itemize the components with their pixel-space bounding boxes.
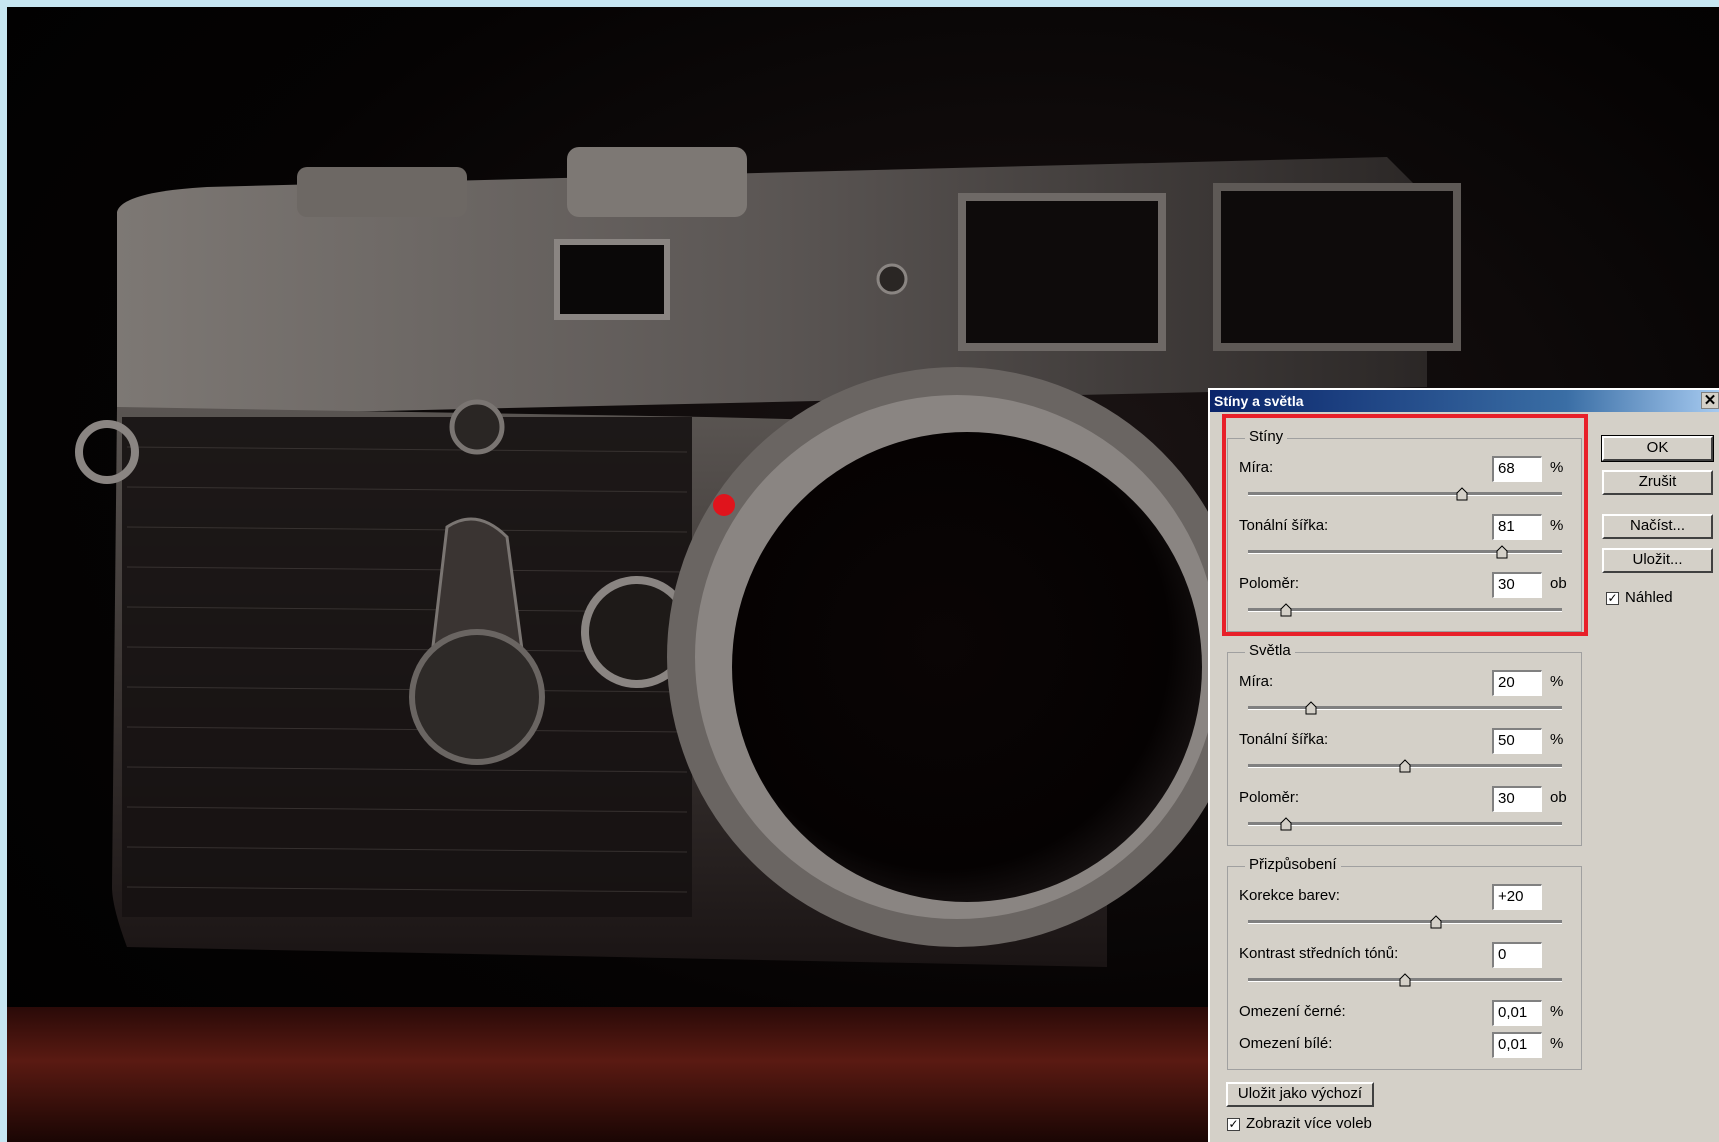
midtone-contrast-input[interactable]: 0 (1492, 942, 1542, 968)
preview-checkbox[interactable]: ✓ (1606, 592, 1619, 605)
highlights-tonal-width-unit: % (1550, 731, 1564, 748)
slider-track (1248, 920, 1562, 924)
highlights-legend: Světla (1245, 642, 1295, 659)
slider-track (1248, 822, 1562, 826)
color-correction-slider[interactable] (1248, 915, 1562, 929)
highlight-frame (1222, 414, 1588, 636)
highlights-radius-slider[interactable] (1248, 817, 1562, 831)
white-clip-unit: % (1550, 1035, 1564, 1052)
slider-track (1248, 706, 1562, 710)
highlights-tonal-width-input[interactable]: 50 (1492, 728, 1542, 754)
midtone-contrast-slider[interactable] (1248, 973, 1562, 987)
check-icon: ✓ (1607, 591, 1618, 605)
save-as-default-button[interactable]: Uložit jako výchozí (1226, 1082, 1374, 1107)
highlights-amount-label: Míra: (1239, 673, 1274, 690)
highlights-amount-input[interactable]: 20 (1492, 670, 1542, 696)
adjustments-group: Přizpůsobení Korekce barev: +20 Kontrast… (1227, 856, 1582, 1070)
cancel-button[interactable]: Zrušit (1602, 470, 1713, 495)
black-clip-unit: % (1550, 1003, 1564, 1020)
highlights-tonal-width-label: Tonální šířka: (1239, 731, 1329, 748)
ok-button[interactable]: OK (1601, 435, 1714, 462)
highlights-group: Světla Míra: 20 % Tonální šířka: 50 % Po… (1227, 642, 1582, 846)
more-options-checkbox[interactable]: ✓ (1227, 1118, 1240, 1131)
close-icon[interactable]: ✕ (1701, 392, 1719, 409)
white-clip-label: Omezení bílé: (1239, 1035, 1333, 1052)
highlights-tonal-width-slider[interactable] (1248, 759, 1562, 773)
color-correction-label: Korekce barev: (1239, 887, 1340, 904)
highlights-radius-unit: ob (1550, 789, 1567, 806)
highlights-amount-unit: % (1550, 673, 1564, 690)
save-button[interactable]: Uložit... (1602, 548, 1713, 573)
load-button[interactable]: Načíst... (1602, 514, 1713, 539)
color-correction-input[interactable]: +20 (1492, 884, 1542, 910)
check-icon: ✓ (1228, 1117, 1239, 1131)
dialog-title: Stíny a světla (1214, 393, 1304, 409)
shadows-highlights-dialog: Stíny a světla ✕ Stíny Míra: 68 % Tonáln… (1208, 388, 1719, 1142)
highlights-radius-input[interactable]: 30 (1492, 786, 1542, 812)
dialog-titlebar[interactable]: Stíny a světla ✕ (1210, 390, 1719, 412)
more-options-label: Zobrazit více voleb (1246, 1115, 1372, 1132)
adjustments-legend: Přizpůsobení (1245, 856, 1341, 873)
black-clip-input[interactable]: 0,01 (1492, 1000, 1542, 1026)
highlights-radius-label: Poloměr: (1239, 789, 1300, 806)
midtone-contrast-label: Kontrast středních tónů: (1239, 945, 1399, 962)
white-clip-input[interactable]: 0,01 (1492, 1032, 1542, 1058)
black-clip-label: Omezení černé: (1239, 1003, 1346, 1020)
highlights-amount-slider[interactable] (1248, 701, 1562, 715)
preview-label: Náhled (1625, 589, 1673, 606)
